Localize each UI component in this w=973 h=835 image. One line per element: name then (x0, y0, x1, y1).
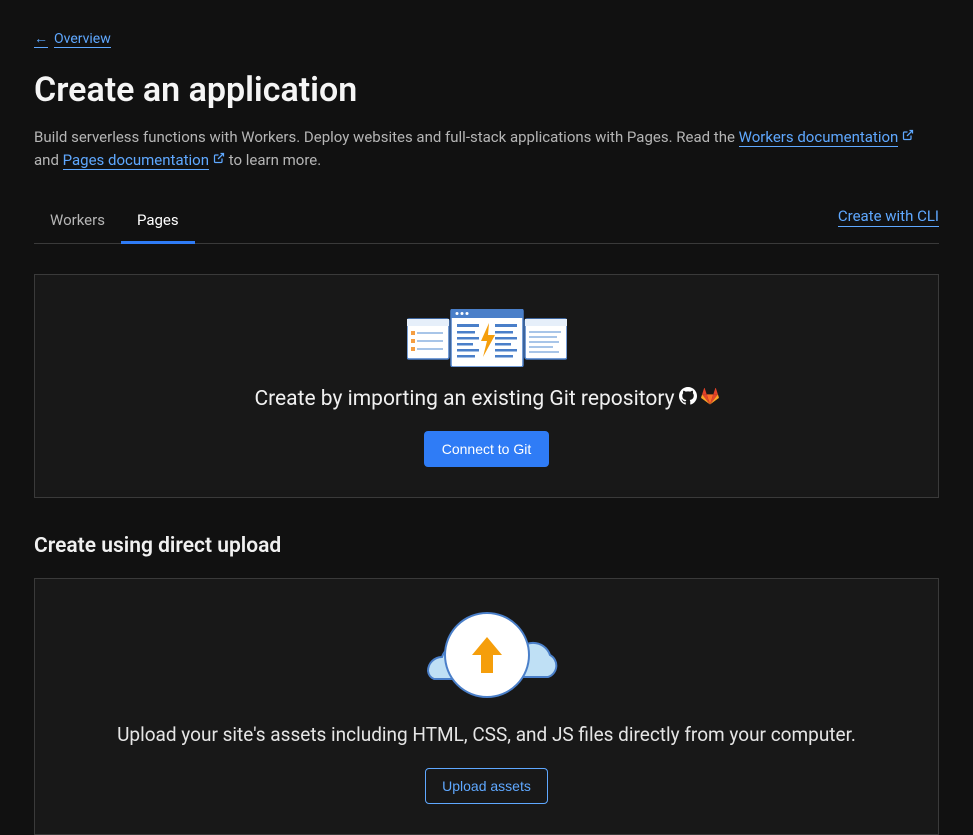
page-title: Create an application (34, 70, 939, 110)
git-card-title: Create by importing an existing Git repo… (254, 387, 718, 411)
create-with-cli-link[interactable]: Create with CLI (838, 207, 939, 227)
upload-assets-button[interactable]: Upload assets (425, 768, 548, 804)
git-import-card: Create by importing an existing Git repo… (34, 274, 939, 498)
tabs-container: Workers Pages Create with CLI (34, 199, 939, 244)
back-label: Overview (54, 31, 111, 48)
external-link-icon (902, 128, 914, 146)
direct-upload-title: Create using direct upload (34, 534, 939, 558)
back-to-overview-link[interactable]: ← Overview (34, 30, 111, 48)
tab-pages[interactable]: Pages (121, 199, 195, 244)
github-icon (679, 387, 697, 411)
browser-windows-illustration (55, 309, 918, 367)
page-description: Build serverless functions with Workers.… (34, 126, 939, 171)
workers-documentation-link[interactable]: Workers documentation (739, 128, 899, 147)
cloud-upload-illustration (55, 609, 918, 701)
tabs: Workers Pages (34, 199, 195, 243)
gitlab-icon (701, 387, 719, 411)
tab-workers[interactable]: Workers (34, 199, 121, 244)
direct-upload-card: Upload your site's assets including HTML… (34, 578, 939, 835)
external-link-icon (213, 151, 225, 169)
pages-documentation-link[interactable]: Pages documentation (63, 151, 209, 170)
arrow-left-icon: ← (34, 30, 48, 48)
connect-to-git-button[interactable]: Connect to Git (424, 431, 550, 467)
upload-description: Upload your site's assets including HTML… (55, 723, 918, 746)
